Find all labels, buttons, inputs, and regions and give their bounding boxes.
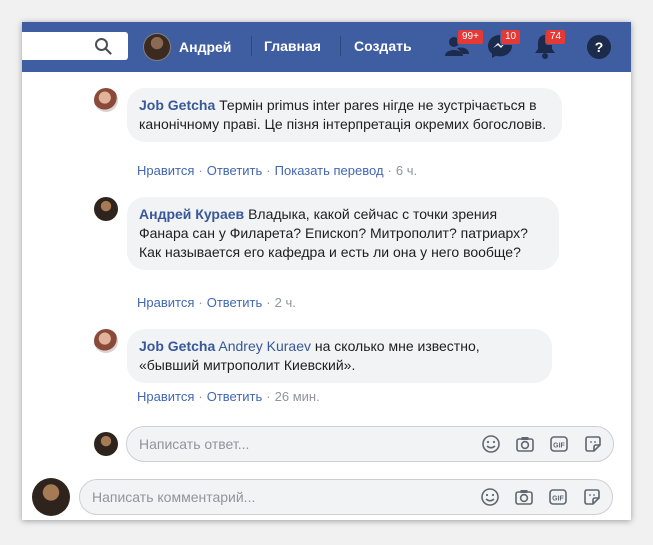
comment-actions: Нравится · Ответить · Показать перевод · 6 ч. (137, 163, 418, 178)
avatar (32, 478, 70, 516)
emoji-icon[interactable] (480, 487, 500, 507)
comment-author-link[interactable]: Job Getcha (139, 97, 215, 113)
comment-bubble: Андрей Кураев Владыка, какой сейчас с то… (127, 197, 559, 270)
gif-icon[interactable]: GIF (548, 487, 568, 507)
comment-actions: Нравится · Ответить · 26 мин. (137, 389, 320, 404)
top-navigation-bar: Андрей Главная Создать 99+ 10 74 ? (22, 22, 631, 72)
reply-input-placeholder: Написать ответ... (139, 436, 250, 452)
comment-time[interactable]: 6 ч. (396, 163, 417, 178)
mention-link[interactable]: Andrey Kuraev (218, 338, 311, 354)
search-icon[interactable] (94, 37, 112, 55)
reply-composer: Написать ответ... GIF (94, 426, 614, 462)
avatar[interactable] (94, 88, 118, 112)
comment-time[interactable]: 2 ч. (275, 295, 296, 310)
translate-link[interactable]: Показать перевод (275, 163, 384, 178)
comment-input-placeholder: Написать комментарий... (92, 489, 256, 505)
camera-icon[interactable] (514, 487, 534, 507)
composer-icons: GIF (481, 434, 603, 454)
comment-time[interactable]: 26 мин. (275, 389, 320, 404)
search-input[interactable] (22, 32, 128, 60)
reply-comment: Job Getcha Andrey Kuraev на сколько мне … (94, 329, 552, 383)
reply-input[interactable]: Написать ответ... GIF (126, 426, 614, 462)
emoji-icon[interactable] (481, 434, 501, 454)
help-button[interactable]: ? (587, 35, 611, 59)
nav-home-link[interactable]: Главная (264, 38, 321, 54)
avatar (143, 33, 171, 61)
comment-bubble: Job Getcha Andrey Kuraev на сколько мне … (127, 329, 552, 383)
reply-comment: Андрей Кураев Владыка, какой сейчас с то… (94, 197, 559, 270)
notifications-button[interactable]: 74 (531, 29, 567, 60)
camera-icon[interactable] (515, 434, 535, 454)
comment-author-link[interactable]: Андрей Кураев (139, 206, 244, 222)
comment-actions: Нравится · Ответить · 2 ч. (137, 295, 296, 310)
svg-text:GIF: GIF (553, 443, 565, 450)
avatar (94, 432, 118, 456)
like-link[interactable]: Нравится (137, 295, 194, 310)
reply-link[interactable]: Ответить (207, 295, 263, 310)
friend-requests-button[interactable]: 99+ (443, 29, 484, 60)
notifications-badge: 74 (545, 29, 567, 45)
messages-badge: 10 (500, 29, 522, 45)
sticker-icon[interactable] (583, 434, 603, 454)
comment-bubble: Job Getcha Термін primus inter pares ніг… (127, 88, 562, 142)
facebook-window: Андрей Главная Создать 99+ 10 74 ? Job G… (22, 22, 631, 520)
like-link[interactable]: Нравится (137, 163, 194, 178)
composer-icons: GIF (480, 487, 602, 507)
comment-input[interactable]: Написать комментарий... GIF (79, 479, 613, 515)
avatar[interactable] (94, 197, 118, 221)
profile-link[interactable]: Андрей (143, 32, 231, 62)
nav-create-link[interactable]: Создать (354, 38, 412, 54)
gif-icon[interactable]: GIF (549, 434, 569, 454)
avatar[interactable] (94, 329, 118, 353)
friend-requests-badge: 99+ (457, 29, 484, 45)
reply-comment: Job Getcha Термін primus inter pares ніг… (94, 88, 562, 142)
messages-button[interactable]: 10 (486, 29, 522, 60)
like-link[interactable]: Нравится (137, 389, 194, 404)
reply-link[interactable]: Ответить (207, 389, 263, 404)
profile-name: Андрей (179, 39, 232, 55)
sticker-icon[interactable] (582, 487, 602, 507)
divider (340, 36, 341, 56)
reply-link[interactable]: Ответить (207, 163, 263, 178)
svg-text:GIF: GIF (552, 496, 564, 503)
divider (251, 36, 252, 56)
comment-author-link[interactable]: Job Getcha (139, 338, 215, 354)
comment-composer: Написать комментарий... GIF (32, 478, 613, 516)
